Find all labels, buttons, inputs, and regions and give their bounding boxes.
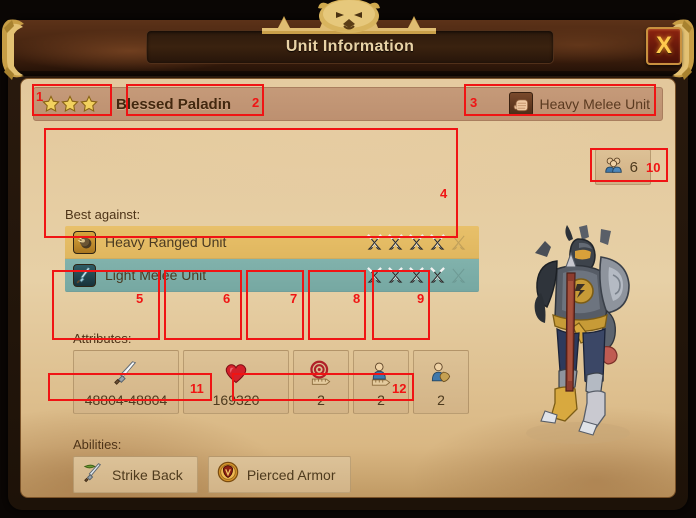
star-icon xyxy=(42,95,60,113)
ability-pierced-armor[interactable]: Pierced Armor xyxy=(207,456,351,493)
unit-type-label: Heavy Melee Unit xyxy=(539,96,651,112)
attribute-damage: 48804-48804 xyxy=(73,350,179,414)
attribute-attack-range: 2 xyxy=(293,350,349,414)
list-item[interactable]: Heavy Ranged Unit xyxy=(65,226,479,259)
attributes-row: 48804-48804 169320 2 2 2 xyxy=(73,350,469,414)
ability-name: Strike Back xyxy=(112,466,183,483)
target-range-icon xyxy=(308,358,334,388)
best-against-section: Best against: Heavy Ranged Unit Light Me… xyxy=(65,207,479,317)
squad-icon xyxy=(604,155,623,179)
crossed-swords-icon xyxy=(408,233,425,251)
unit-shield-icon xyxy=(428,358,454,388)
unit-type-badge: Heavy Melee Unit xyxy=(508,92,663,116)
crossed-swords-icon xyxy=(387,233,404,251)
crossed-swords-icon-empty xyxy=(450,267,467,284)
best-against-label: Best against: xyxy=(65,207,141,222)
rating-group xyxy=(366,233,471,251)
best-against-name: Light Melee Unit xyxy=(105,267,207,283)
crossed-swords-icon xyxy=(429,233,446,251)
crossed-swords-icon xyxy=(408,266,425,284)
close-icon: X xyxy=(655,32,672,59)
cannonball-icon xyxy=(73,230,96,254)
fist-icon xyxy=(508,92,533,116)
attribute-value: 2 xyxy=(317,392,325,408)
crossed-swords-icon xyxy=(387,266,404,284)
abilities-label: Abilities: xyxy=(73,437,122,452)
unit-information-dialog: Unit Information X Blessed Paladin Heavy… xyxy=(0,0,696,518)
attribute-value: 2 xyxy=(377,392,385,408)
sword-icon xyxy=(112,358,140,388)
unit-description: His heavy armor protects against big pro… xyxy=(51,495,649,497)
star-icon xyxy=(80,95,98,113)
star-rating xyxy=(34,95,106,113)
best-against-name: Heavy Ranged Unit xyxy=(105,234,227,250)
attribute-movement: 2 xyxy=(353,350,409,414)
attributes-section: Attributes: 48804-48804 169320 2 2 2 xyxy=(73,331,469,414)
attribute-health: 169320 xyxy=(183,350,289,414)
crossed-swords-icon xyxy=(429,266,446,284)
attributes-label: Attributes: xyxy=(73,331,132,346)
attribute-defense: 2 xyxy=(413,350,469,414)
attribute-value: 48804-48804 xyxy=(84,392,168,408)
shield-badge-icon xyxy=(217,461,239,488)
attribute-value: 2 xyxy=(437,392,445,408)
ability-strike-back[interactable]: Strike Back xyxy=(73,456,198,493)
rating-group xyxy=(366,266,471,284)
green-sword-icon xyxy=(82,461,104,488)
list-item[interactable]: Light Melee Unit xyxy=(65,259,479,292)
star-icon xyxy=(61,95,79,113)
unit-name: Blessed Paladin xyxy=(116,95,232,113)
attribute-value: 169320 xyxy=(212,392,260,408)
abilities-section: Abilities: Strike Back Pierced Armor xyxy=(73,437,465,493)
crossed-swords-icon-empty xyxy=(450,234,467,251)
close-button[interactable]: X xyxy=(646,27,682,65)
ability-name: Pierced Armor xyxy=(246,466,336,483)
light-sword-icon xyxy=(73,263,96,287)
population-badge: 6 xyxy=(594,149,651,185)
armored-paladin-illustration xyxy=(483,211,661,449)
best-against-list: Heavy Ranged Unit Light Melee Unit xyxy=(65,226,479,292)
crossed-swords-icon xyxy=(366,233,383,251)
unit-range-icon xyxy=(368,358,394,388)
page-title: Unit Information xyxy=(285,38,415,55)
heart-icon xyxy=(223,358,249,388)
unit-header-row: Blessed Paladin Heavy Melee Unit xyxy=(33,87,663,121)
population-value: 6 xyxy=(629,158,638,176)
abilities-row: Strike Back Pierced Armor xyxy=(73,456,465,493)
dialog-body: Blessed Paladin Heavy Melee Unit 6 Best … xyxy=(20,78,676,498)
crossed-swords-icon xyxy=(366,266,383,284)
title-plate: Unit Information xyxy=(146,30,554,64)
